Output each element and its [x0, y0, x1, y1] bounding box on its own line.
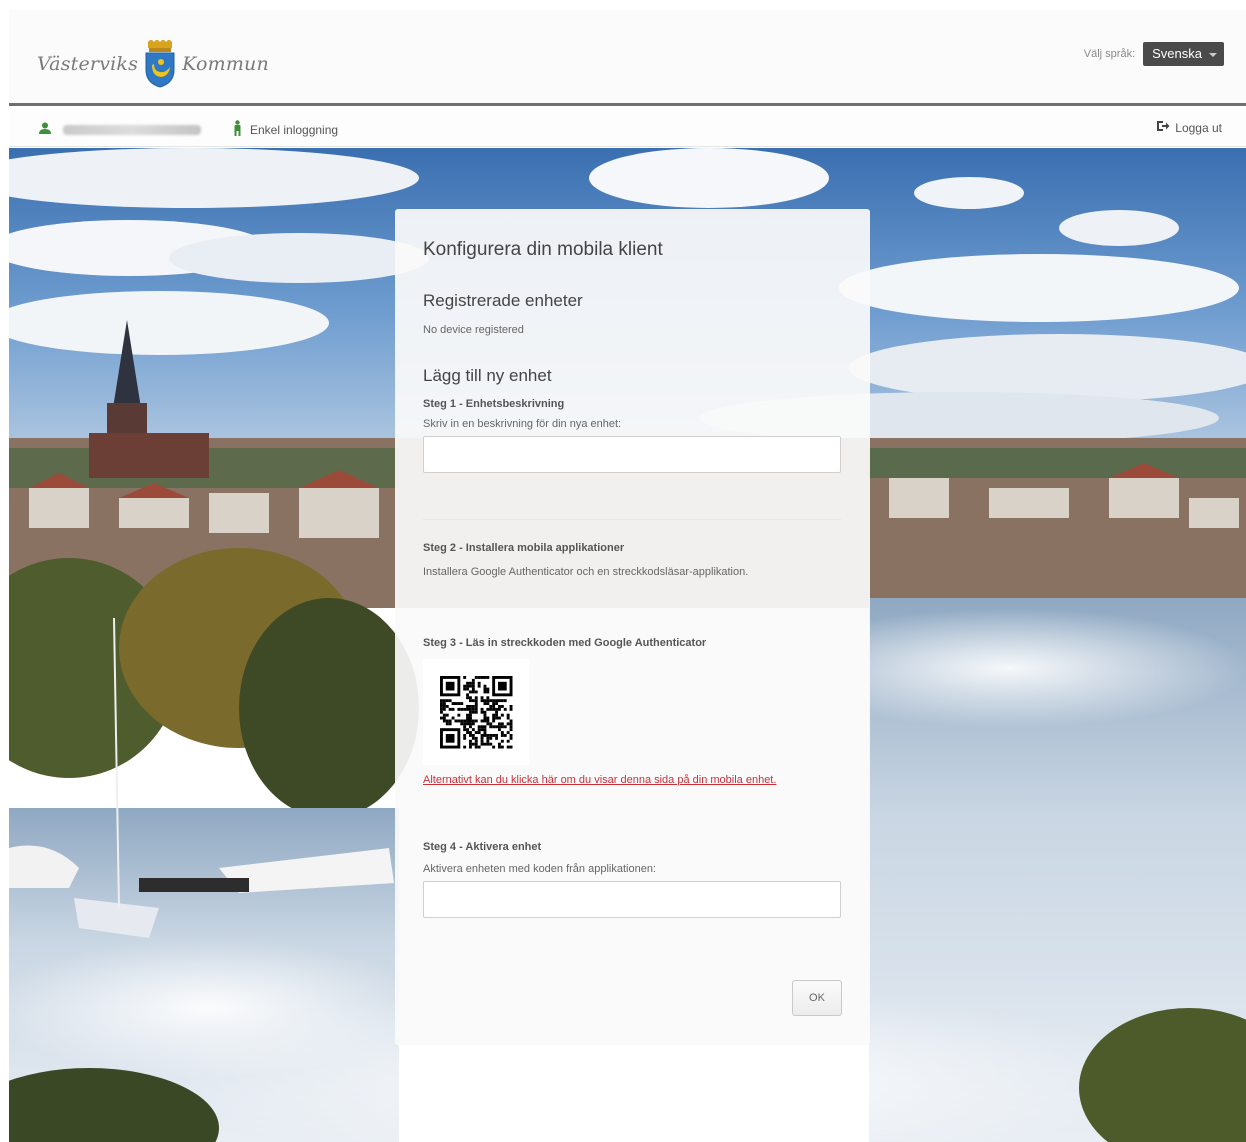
- language-selected-value: Svenska: [1152, 46, 1202, 61]
- sso-person-icon: [233, 120, 242, 139]
- current-user: [39, 121, 201, 139]
- ok-button[interactable]: OK: [792, 980, 842, 1016]
- crest-icon: [142, 39, 178, 88]
- user-bar: Enkel inloggning Logga ut: [9, 109, 1246, 147]
- qr-code: [423, 659, 529, 765]
- logo-text-left: Västerviks: [37, 53, 139, 75]
- activation-code-input[interactable]: [423, 881, 841, 918]
- divider: [423, 519, 841, 520]
- add-device-heading: Lägg till ny enhet: [423, 366, 552, 385]
- municipality-logo[interactable]: Västerviks Kommun: [37, 39, 269, 88]
- step4-title: Steg 4 - Aktivera enhet: [423, 841, 542, 853]
- device-description-input[interactable]: [423, 436, 841, 473]
- language-label: Välj språk:: [1083, 48, 1136, 60]
- chevron-down-icon: [1209, 53, 1217, 57]
- open-on-mobile-link[interactable]: Alternativt kan du klicka här om du visa…: [423, 771, 823, 789]
- site-header: Västerviks Kommun Välj språk: Svenska: [9, 10, 1246, 106]
- sso-indicator[interactable]: Enkel inloggning: [233, 120, 338, 139]
- logout-link[interactable]: Logga ut: [1156, 120, 1222, 135]
- page-frame: Västerviks Kommun Välj språk: Svenska En…: [9, 10, 1246, 1142]
- step3-title: Steg 3 - Läs in streckkoden med Google A…: [423, 637, 707, 649]
- mfa-config-card: Konfigurera din mobila klient Registrera…: [395, 209, 870, 1045]
- step1-title: Steg 1 - Enhetsbeskrivning: [423, 398, 565, 410]
- logout-label: Logga ut: [1175, 120, 1222, 135]
- step4-text: Aktivera enheten med koden från applikat…: [423, 863, 656, 875]
- language-select[interactable]: Svenska: [1143, 42, 1224, 66]
- step2-title: Steg 2 - Installera mobila applikationer: [423, 542, 625, 554]
- card-title: Konfigurera din mobila klient: [423, 239, 663, 260]
- step2-text: Installera Google Authenticator och en s…: [423, 566, 749, 578]
- user-name-redacted: [63, 125, 201, 135]
- language-switcher: Välj språk: Svenska: [1084, 42, 1224, 66]
- logout-icon: [1156, 120, 1170, 135]
- no-device-text: No device registered: [423, 324, 524, 336]
- user-icon: [39, 121, 51, 139]
- step1-text: Skriv in en beskrivning för din nya enhe…: [423, 418, 622, 430]
- logo-text-right: Kommun: [182, 53, 269, 75]
- registered-devices-heading: Registrerade enheter: [423, 291, 583, 310]
- sso-label: Enkel inloggning: [250, 122, 339, 137]
